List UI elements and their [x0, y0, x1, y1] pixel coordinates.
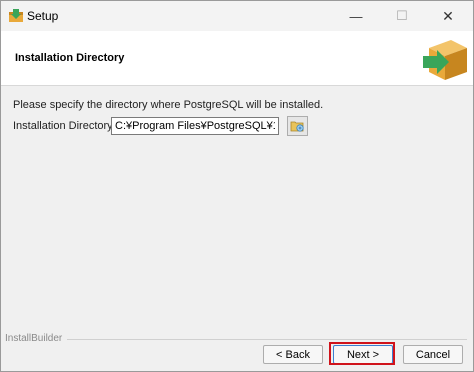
page-header: Installation Directory: [1, 31, 473, 86]
window-title: Setup: [27, 9, 59, 23]
cancel-button[interactable]: Cancel: [403, 345, 463, 364]
minimize-button[interactable]: —: [333, 1, 379, 31]
installbuilder-brand: InstallBuilder: [5, 333, 63, 344]
instruction-text: Please specify the directory where Postg…: [13, 99, 324, 111]
footer-divider: [67, 339, 467, 340]
folder-browse-icon: [290, 121, 304, 132]
title-bar: Setup — ☐ ✕: [1, 1, 473, 31]
next-button[interactable]: Next >: [333, 345, 393, 364]
browse-button[interactable]: [287, 116, 308, 136]
back-button[interactable]: < Back: [263, 345, 323, 364]
close-button[interactable]: ✕: [425, 1, 471, 31]
installer-box-icon: [9, 9, 23, 22]
directory-label: Installation Directory: [13, 120, 113, 132]
maximize-button[interactable]: ☐: [379, 1, 425, 31]
directory-input[interactable]: [111, 117, 279, 135]
page-title: Installation Directory: [15, 52, 125, 64]
setup-window: Setup — ☐ ✕ Installation Directory Pleas…: [0, 0, 474, 372]
arrow-into-box-icon: [423, 40, 467, 80]
